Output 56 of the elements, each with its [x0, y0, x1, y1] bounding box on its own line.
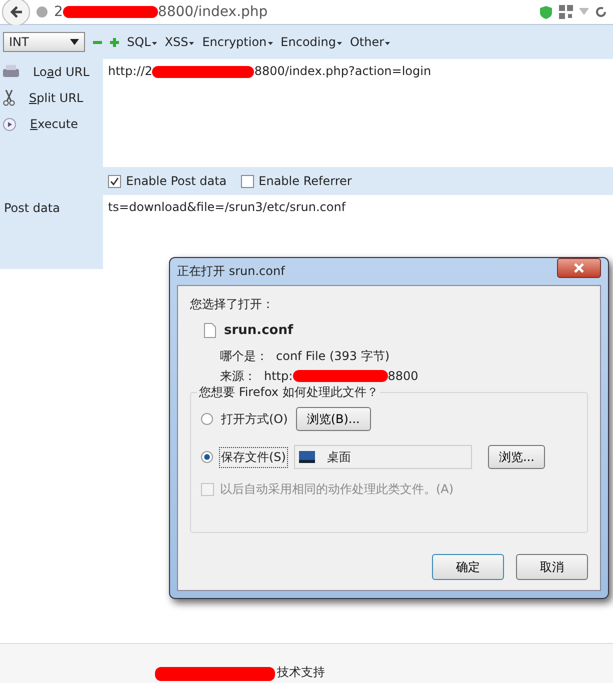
checkbox[interactable] [108, 174, 121, 188]
footer-text: 技术支持 [277, 664, 325, 681]
action-link[interactable]: Split URL [29, 91, 84, 105]
radio-button[interactable] [201, 413, 213, 425]
scissors-icon [3, 90, 15, 106]
action-link[interactable]: Execute [30, 117, 78, 131]
close-button[interactable] [557, 258, 601, 278]
caret-icon [152, 42, 157, 44]
source-label: 来源： [220, 368, 256, 384]
printer-icon [3, 65, 19, 79]
browse-button[interactable]: 浏览(B)... [296, 407, 371, 431]
caret-icon [336, 42, 342, 44]
toolbar-menu[interactable]: Encryption [202, 35, 273, 49]
caret-icon [385, 42, 390, 44]
qr-code-icon[interactable] [559, 5, 573, 19]
type-select[interactable]: INT [3, 32, 85, 52]
dropdown-icon[interactable] [579, 8, 589, 16]
caret-icon [268, 42, 273, 44]
toolbar-menu[interactable]: Other [350, 35, 390, 49]
address-url[interactable]: 2 8800/index.php [54, 4, 268, 20]
reload-icon[interactable] [595, 6, 607, 18]
caret-icon [70, 39, 79, 45]
dialog-intro: 您选择了打开： [190, 296, 275, 313]
dialog-button[interactable]: 取消 [516, 554, 588, 580]
action-link[interactable]: Load URL [33, 65, 90, 79]
toolbar-menu[interactable]: XSS [164, 35, 194, 49]
toolbar-menu[interactable]: Encoding [280, 35, 342, 49]
globe-icon [36, 6, 48, 18]
group-legend: 您想要 Firefox 如何处理此文件？ [197, 384, 380, 401]
dialog-button[interactable]: 确定 [432, 554, 504, 580]
radio-button[interactable] [201, 451, 213, 463]
checkbox-label: Enable Post data [126, 174, 227, 188]
location-field[interactable]: 桌面 [294, 445, 472, 469]
plus-icon[interactable] [110, 38, 119, 46]
checkmark-icon [110, 176, 119, 186]
file-name: srun.conf [224, 323, 294, 338]
radio-label: 打开方式(O) [220, 410, 289, 428]
checkbox[interactable] [240, 174, 254, 188]
browse-button[interactable]: 浏览... [488, 445, 546, 469]
toolbar-menu[interactable]: SQL [127, 35, 157, 49]
source-value: http: 8800 [264, 369, 418, 383]
type-value: conf File (393 字节) [276, 348, 390, 364]
post-data-label: Post data [3, 200, 61, 217]
desktop-icon [298, 451, 315, 463]
play-icon [3, 118, 16, 130]
type-label: 哪个是： [220, 348, 268, 364]
close-icon [574, 263, 584, 273]
checkbox-label: Enable Referrer [258, 174, 352, 188]
radio-label: 保存文件(S) [219, 446, 288, 468]
url-textarea[interactable]: http://2 8800/index.php?action=login [103, 59, 613, 167]
file-icon [204, 323, 216, 338]
caret-icon [189, 42, 194, 44]
back-button[interactable] [2, 0, 30, 26]
shield-icon[interactable] [539, 4, 553, 20]
checkbox-label: 以后自动采用相同的动作处理此类文件。(A) [220, 481, 454, 498]
back-arrow-icon [9, 5, 23, 19]
